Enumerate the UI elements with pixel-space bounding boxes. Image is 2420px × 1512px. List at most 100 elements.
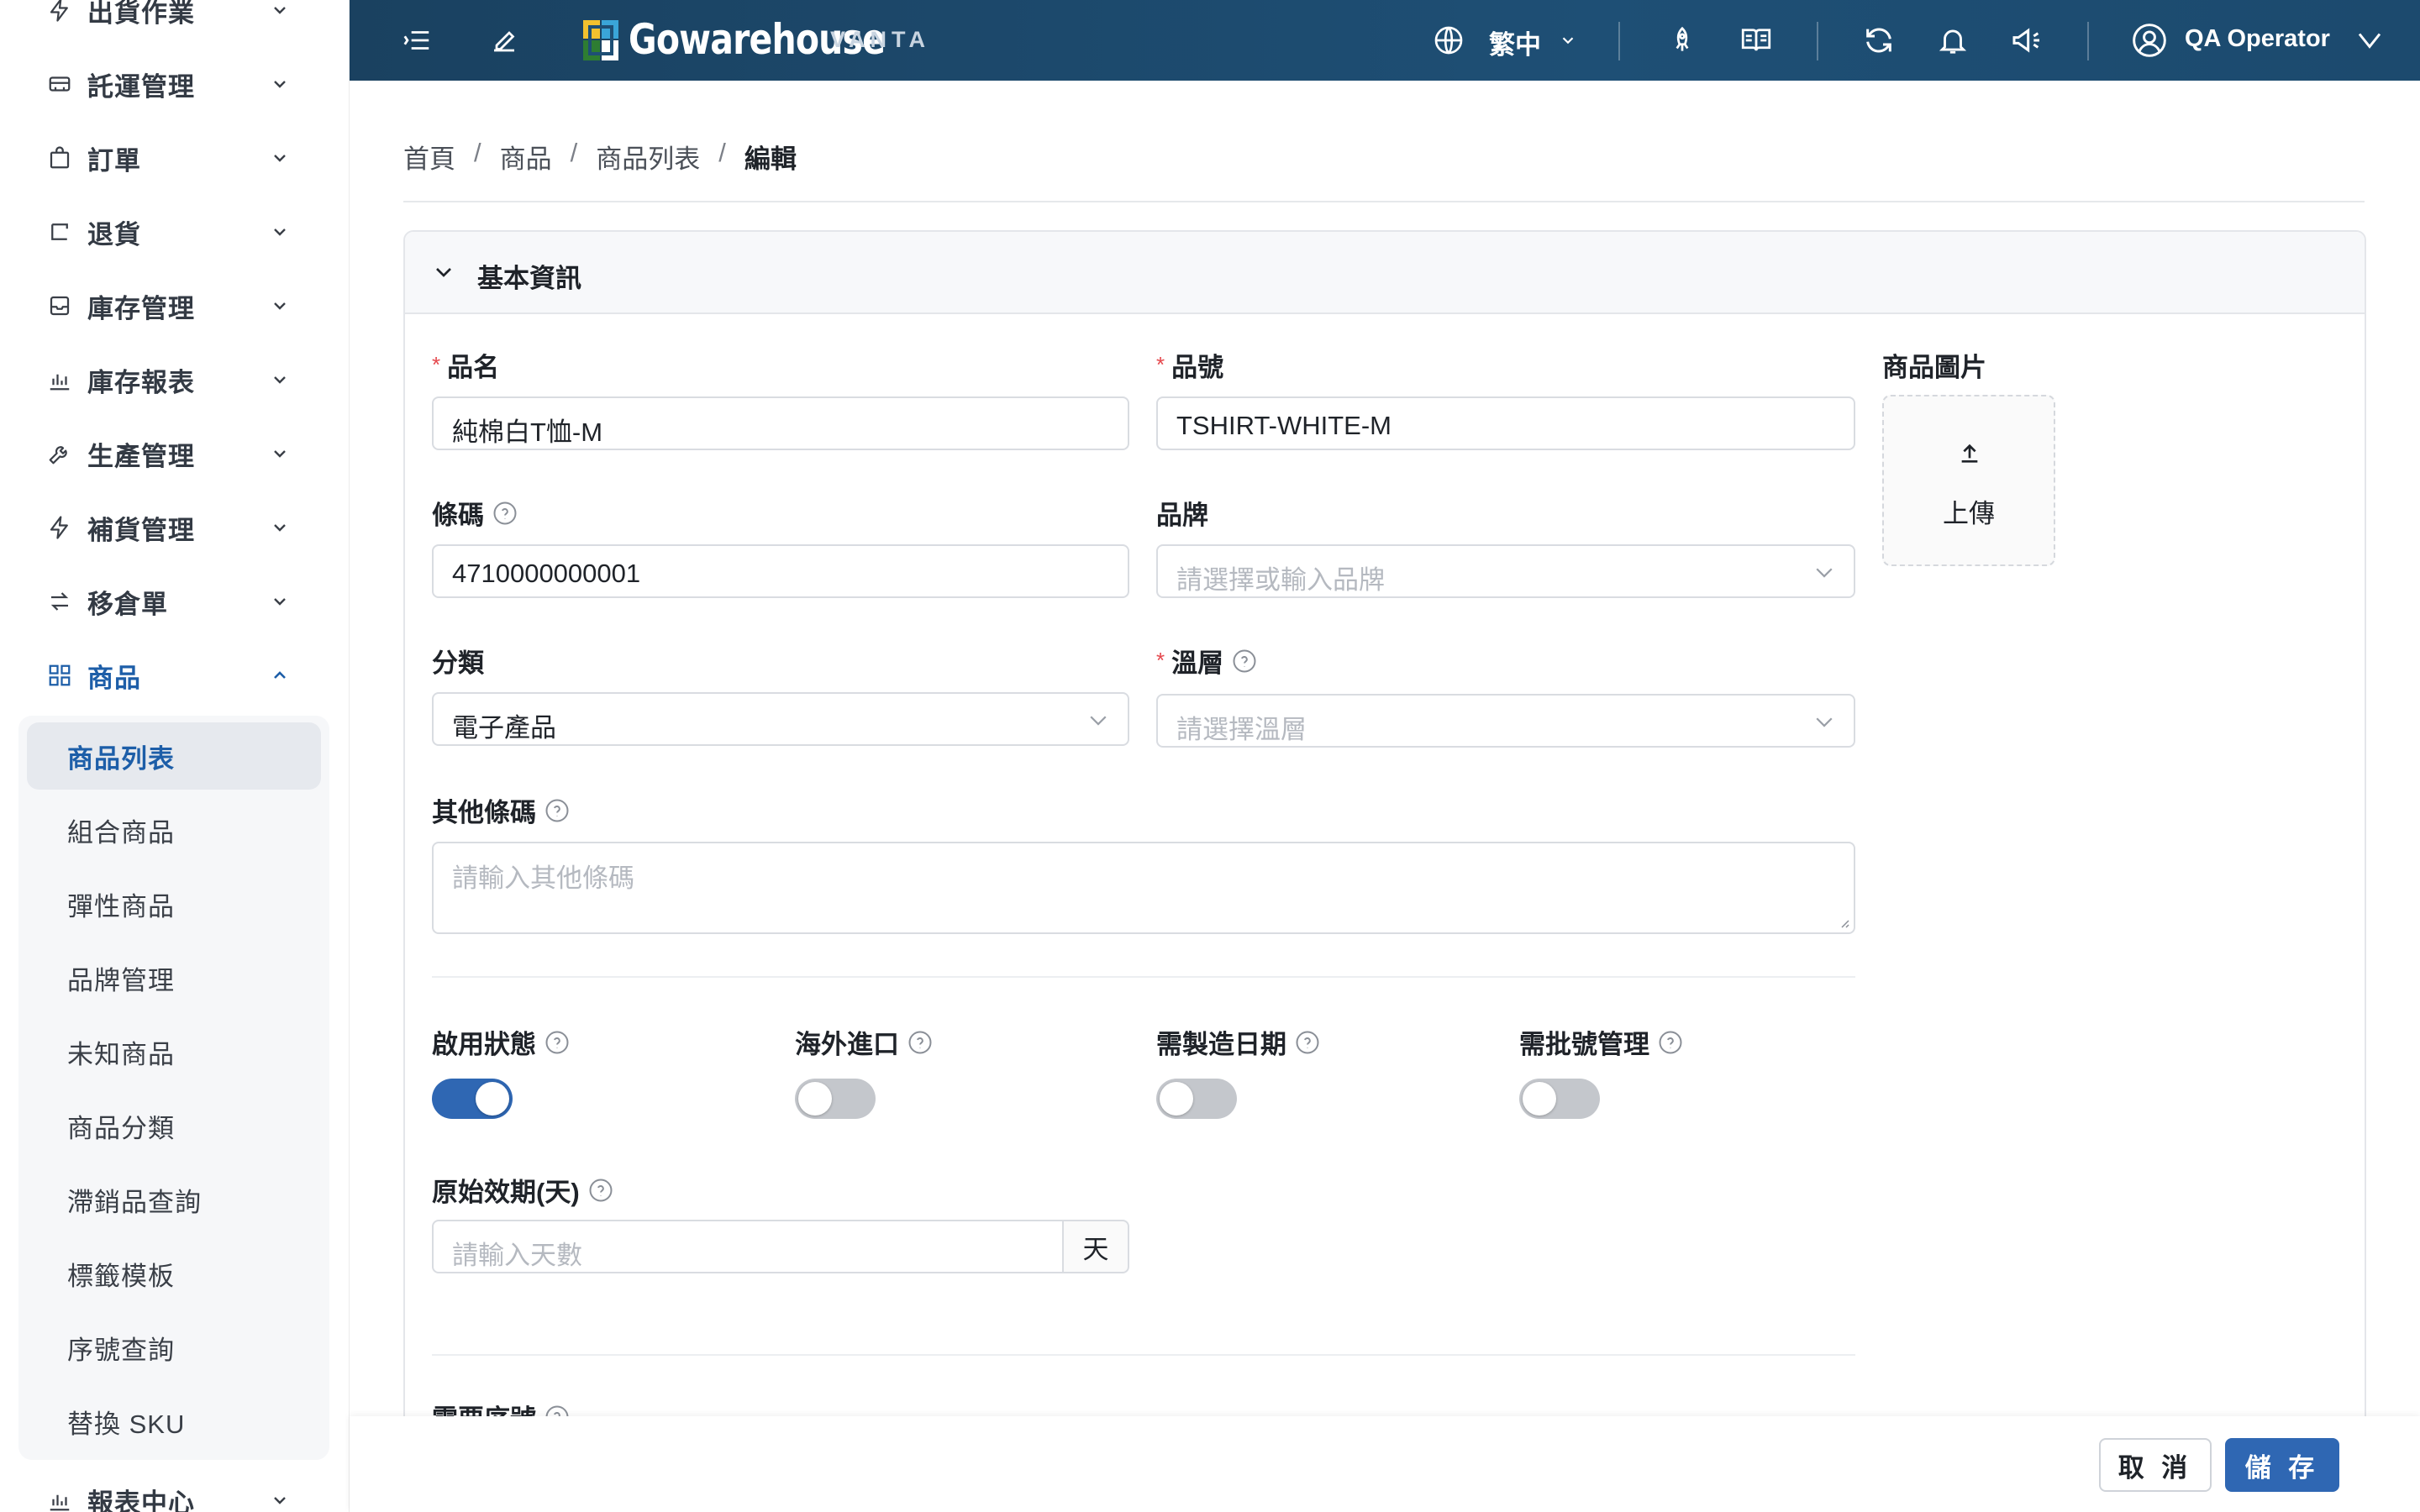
shelf-life-input[interactable]: 請輸入天數 — [432, 1220, 1064, 1273]
submenu-item-serial-query[interactable]: 序號查詢 — [27, 1314, 321, 1381]
question-icon[interactable] — [1295, 1030, 1320, 1055]
breadcrumb: 首頁 / 商品 / 商品列表 / 編輯 — [403, 138, 797, 176]
chevron-down-icon — [267, 589, 292, 614]
upload-icon — [1961, 444, 1978, 463]
book-icon[interactable] — [1736, 20, 1776, 60]
chevron-down-icon — [436, 268, 451, 277]
submenu-item-flexible[interactable]: 彈性商品 — [27, 870, 321, 937]
question-icon[interactable] — [492, 501, 518, 526]
bolt-icon — [45, 513, 74, 542]
sidebar-item-label: 出貨作業 — [87, 0, 195, 28]
submenu-item-label: 滯銷品查詢 — [67, 1187, 202, 1217]
sidebar-item-label: 移倉單 — [87, 589, 168, 619]
submenu-item-slow-moving[interactable]: 滯銷品查詢 — [27, 1166, 321, 1233]
breadcrumb-home[interactable]: 首頁 — [403, 138, 455, 176]
enabled-label-text: 啟用狀態 — [432, 1030, 536, 1059]
grid-icon — [45, 661, 74, 690]
brand-select[interactable]: 請選擇或輸入品牌 — [1156, 544, 1855, 598]
sidebar: 出貨作業 託運管理 訂單 退貨 庫存管理 庫存報表 生產管理 補貨管理 移倉單 — [0, 0, 350, 1512]
submenu-item-label: 商品分類 — [67, 1113, 175, 1143]
submenu-item-replace-sku[interactable]: 替換 SKU — [27, 1388, 321, 1455]
save-button[interactable]: 儲 存 — [2225, 1438, 2339, 1492]
submenu-item-product-list[interactable]: 商品列表 — [27, 722, 321, 790]
toggle-knob — [1523, 1082, 1556, 1116]
submenu-item-brands[interactable]: 品牌管理 — [27, 944, 321, 1011]
globe-icon[interactable] — [1428, 20, 1469, 60]
submenu-item-label: 替換 SKU — [67, 1409, 186, 1439]
resize-handle-icon[interactable] — [1837, 916, 1850, 929]
chevron-down-icon — [1816, 717, 1833, 727]
panel-title: 基本資訊 — [477, 264, 581, 293]
mfg-date-toggle[interactable] — [1156, 1079, 1237, 1119]
other-barcode-textarea[interactable]: 請輸入其他條碼 — [432, 842, 1855, 934]
temperature-select[interactable]: 請選擇溫層 — [1156, 694, 1855, 748]
submenu-item-unknown[interactable]: 未知商品 — [27, 1018, 321, 1085]
batch-toggle[interactable] — [1519, 1079, 1600, 1119]
sku-label: * 品號 — [1156, 346, 1223, 384]
sidebar-item-production[interactable]: 生產管理 — [0, 417, 350, 491]
sidebar-item-shipping[interactable]: 出貨作業 — [0, 0, 350, 47]
mfg-date-label-text: 需製造日期 — [1156, 1030, 1286, 1059]
name-input[interactable]: 純棉白T恤-M — [432, 396, 1129, 450]
edit-icon[interactable] — [484, 20, 524, 60]
submenu-item-label: 未知商品 — [67, 1039, 175, 1069]
submenu-item-label: 序號查詢 — [67, 1335, 175, 1365]
breadcrumb-products[interactable]: 商品 — [500, 138, 552, 176]
sidebar-item-orders[interactable]: 訂單 — [0, 121, 350, 195]
user-avatar-icon[interactable] — [2129, 20, 2170, 60]
barcode-input[interactable]: 4710000000001 — [432, 544, 1129, 598]
chevron-down-icon[interactable] — [2349, 20, 2390, 60]
sidebar-item-transfer[interactable]: 移倉單 — [0, 564, 350, 638]
rocket-icon[interactable] — [1662, 20, 1702, 60]
other-barcode-placeholder: 請輸入其他條碼 — [452, 864, 634, 893]
sidebar-item-label: 託運管理 — [87, 71, 195, 102]
bell-icon[interactable] — [1933, 20, 1973, 60]
megaphone-icon[interactable] — [2007, 20, 2047, 60]
cancel-button[interactable]: 取 消 — [2099, 1438, 2212, 1492]
question-icon[interactable] — [588, 1178, 613, 1203]
shelf-life-label: 原始效期(天) — [432, 1171, 613, 1209]
shelf-life-label-text: 原始效期(天) — [432, 1178, 580, 1207]
question-icon[interactable] — [544, 1030, 570, 1055]
question-icon[interactable] — [908, 1030, 933, 1055]
chevron-down-icon — [267, 0, 292, 23]
language-selector[interactable]: 繁中 — [1489, 24, 1541, 61]
barcode-value: 4710000000001 — [452, 559, 641, 588]
import-label-text: 海外進口 — [795, 1030, 899, 1059]
image-upload-button[interactable]: 上傳 — [1882, 395, 2055, 566]
user-name[interactable]: QA Operator — [2185, 25, 2330, 53]
sidebar-item-report-center[interactable]: 報表中心 — [0, 1463, 350, 1512]
panel-header[interactable]: 基本資訊 — [405, 232, 2365, 314]
enabled-toggle[interactable] — [432, 1079, 513, 1119]
temperature-label-text: 溫層 — [1171, 648, 1224, 678]
sidebar-item-returns[interactable]: 退貨 — [0, 195, 350, 269]
question-icon[interactable] — [544, 798, 570, 823]
import-toggle[interactable] — [795, 1079, 876, 1119]
question-icon[interactable] — [1232, 648, 1257, 674]
breadcrumb-current: 編輯 — [744, 144, 797, 174]
sidebar-item-products[interactable]: 商品 — [0, 638, 350, 712]
sidebar-item-consignment[interactable]: 託運管理 — [0, 47, 350, 121]
temperature-label: * 溫層 — [1156, 642, 1257, 680]
top-header: Gowarehouse VANTA 繁中 QA Operator — [350, 0, 2420, 81]
name-label: * 品名 — [432, 346, 499, 384]
submenu-item-bundle[interactable]: 組合商品 — [27, 796, 321, 864]
menu-collapse-icon[interactable] — [397, 20, 437, 60]
question-icon[interactable] — [1658, 1030, 1683, 1055]
submenu-item-label-template[interactable]: 標籤模板 — [27, 1240, 321, 1307]
sidebar-item-inventory[interactable]: 庫存管理 — [0, 269, 350, 343]
chevron-down-icon[interactable] — [1548, 20, 1588, 60]
breadcrumb-product-list[interactable]: 商品列表 — [596, 138, 700, 176]
sidebar-item-inventory-report[interactable]: 庫存報表 — [0, 343, 350, 417]
refresh-icon[interactable] — [1859, 20, 1899, 60]
other-barcode-label-text: 其他條碼 — [432, 798, 536, 827]
sidebar-item-label: 報表中心 — [87, 1488, 195, 1512]
category-select[interactable]: 電子產品 — [432, 692, 1129, 746]
submenu-item-label: 標籤模板 — [67, 1261, 175, 1291]
sidebar-item-replenishment[interactable]: 補貨管理 — [0, 491, 350, 564]
chevron-up-icon — [267, 663, 292, 688]
sku-input[interactable]: TSHIRT-WHITE-M — [1156, 396, 1855, 450]
sidebar-item-label: 商品 — [87, 663, 141, 693]
submenu-item-categories[interactable]: 商品分類 — [27, 1092, 321, 1159]
barcode-label: 條碼 — [432, 494, 518, 532]
